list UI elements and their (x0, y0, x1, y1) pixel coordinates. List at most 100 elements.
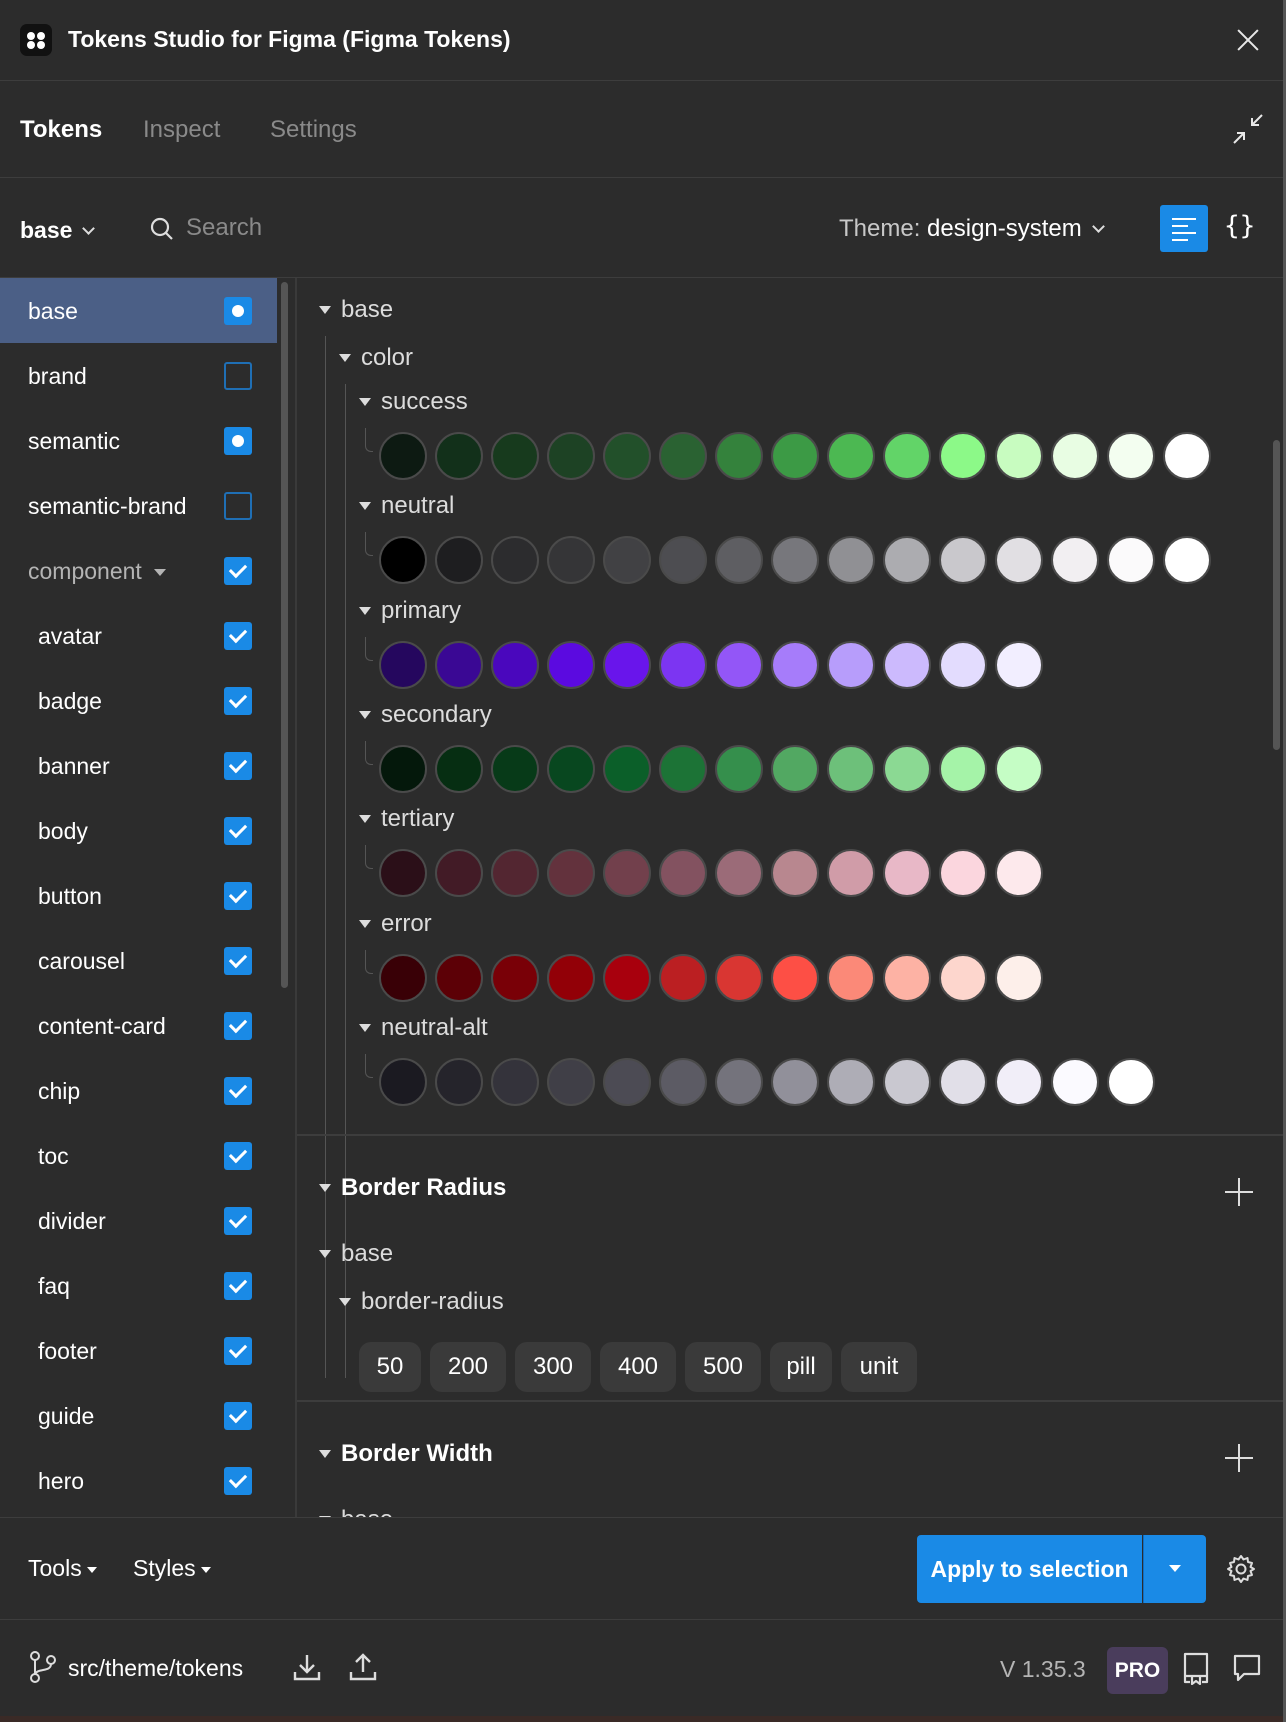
color-swatch[interactable] (995, 1058, 1043, 1106)
color-swatch[interactable] (547, 745, 595, 793)
group-tertiary[interactable]: tertiary (359, 805, 454, 833)
token-set-checkbox[interactable] (224, 1142, 252, 1170)
color-swatch[interactable] (883, 536, 931, 584)
token-set-dropdown[interactable]: base (20, 217, 96, 244)
color-swatch[interactable] (603, 432, 651, 480)
token-set-checkbox[interactable] (224, 752, 252, 780)
border-radius-token[interactable]: 400 (600, 1342, 676, 1392)
repository-path[interactable]: src/theme/tokens (68, 1655, 243, 1682)
styles-menu-button[interactable]: Styles (133, 1555, 211, 1582)
color-swatch[interactable] (939, 641, 987, 689)
sidebar-item-hero[interactable]: hero (0, 1448, 277, 1513)
color-swatch[interactable] (435, 536, 483, 584)
token-set-checkbox[interactable] (224, 362, 252, 390)
token-set-checkbox[interactable] (224, 947, 252, 975)
token-set-checkbox[interactable] (224, 1402, 252, 1430)
sidebar-scrollbar[interactable] (281, 282, 288, 988)
color-swatch[interactable] (435, 849, 483, 897)
sidebar-item-brand[interactable]: brand (0, 343, 277, 408)
upload-icon[interactable] (348, 1652, 378, 1682)
sidebar-item-faq[interactable]: faq (0, 1253, 277, 1318)
token-set-checkbox[interactable] (224, 1207, 252, 1235)
color-swatch[interactable] (995, 536, 1043, 584)
group-neutral[interactable]: neutral (359, 492, 454, 520)
group-color[interactable]: color (339, 344, 413, 372)
tab-inspect[interactable]: Inspect (143, 116, 220, 144)
border-radius-token[interactable]: 500 (685, 1342, 761, 1392)
sidebar-item-guide[interactable]: guide (0, 1383, 277, 1448)
color-swatch[interactable] (379, 641, 427, 689)
download-icon[interactable] (292, 1652, 322, 1682)
color-swatch[interactable] (491, 745, 539, 793)
group-base[interactable]: base (319, 1506, 393, 1517)
color-swatch[interactable] (603, 536, 651, 584)
color-swatch[interactable] (715, 849, 763, 897)
token-set-checkbox[interactable] (224, 622, 252, 650)
color-swatch[interactable] (603, 745, 651, 793)
color-swatch[interactable] (771, 536, 819, 584)
group-primary[interactable]: primary (359, 597, 461, 625)
token-set-checkbox[interactable] (224, 687, 252, 715)
token-set-checkbox[interactable] (224, 492, 252, 520)
token-set-checkbox[interactable] (224, 1337, 252, 1365)
color-swatch[interactable] (883, 849, 931, 897)
minimize-icon[interactable] (1232, 113, 1264, 145)
color-swatch[interactable] (883, 641, 931, 689)
color-swatch[interactable] (547, 536, 595, 584)
sidebar-item-avatar[interactable]: avatar (0, 603, 277, 668)
group-secondary[interactable]: secondary (359, 701, 492, 729)
color-swatch[interactable] (827, 849, 875, 897)
list-view-button[interactable] (1160, 205, 1208, 252)
section-border-radius[interactable]: Border Radius (319, 1174, 506, 1202)
sidebar-item-content-card[interactable]: content-card (0, 993, 277, 1058)
color-swatch[interactable] (379, 1058, 427, 1106)
color-swatch[interactable] (715, 536, 763, 584)
token-set-checkbox[interactable] (224, 882, 252, 910)
color-swatch[interactable] (379, 849, 427, 897)
color-swatch[interactable] (659, 849, 707, 897)
color-swatch[interactable] (771, 1058, 819, 1106)
color-swatch[interactable] (491, 1058, 539, 1106)
color-swatch[interactable] (1163, 432, 1211, 480)
color-swatch[interactable] (1163, 536, 1211, 584)
color-swatch[interactable] (883, 432, 931, 480)
theme-dropdown[interactable]: Theme: design-system (839, 215, 1105, 243)
color-swatch[interactable] (491, 432, 539, 480)
color-swatch[interactable] (995, 745, 1043, 793)
color-swatch[interactable] (603, 954, 651, 1002)
sidebar-item-banner[interactable]: banner (0, 733, 277, 798)
color-swatch[interactable] (995, 432, 1043, 480)
sidebar-item-semantic[interactable]: semantic (0, 408, 277, 473)
color-swatch[interactable] (547, 432, 595, 480)
border-radius-token[interactable]: pill (770, 1342, 832, 1392)
color-swatch[interactable] (827, 954, 875, 1002)
chat-icon[interactable] (1232, 1653, 1262, 1683)
token-set-checkbox[interactable] (224, 817, 252, 845)
color-swatch[interactable] (603, 849, 651, 897)
color-swatch[interactable] (771, 641, 819, 689)
add-border-radius-icon[interactable] (1225, 1178, 1253, 1206)
color-swatch[interactable] (939, 849, 987, 897)
color-swatch[interactable] (883, 1058, 931, 1106)
tab-tokens[interactable]: Tokens (20, 116, 102, 144)
color-swatch[interactable] (491, 641, 539, 689)
color-swatch[interactable] (547, 641, 595, 689)
caret-down-icon[interactable] (153, 569, 166, 576)
color-swatch[interactable] (547, 849, 595, 897)
tools-menu-button[interactable]: Tools (28, 1555, 97, 1582)
color-swatch[interactable] (771, 954, 819, 1002)
color-swatch[interactable] (883, 954, 931, 1002)
color-swatch[interactable] (939, 954, 987, 1002)
group-error[interactable]: error (359, 910, 432, 938)
color-swatch[interactable] (379, 954, 427, 1002)
color-swatch[interactable] (827, 745, 875, 793)
color-swatch[interactable] (491, 849, 539, 897)
color-swatch[interactable] (715, 745, 763, 793)
sidebar-item-badge[interactable]: badge (0, 668, 277, 733)
color-swatch[interactable] (547, 1058, 595, 1106)
color-swatch[interactable] (715, 432, 763, 480)
apply-to-selection-button[interactable]: Apply to selection (917, 1535, 1142, 1603)
sidebar-item-carousel[interactable]: carousel (0, 928, 277, 993)
color-swatch[interactable] (435, 1058, 483, 1106)
sidebar-item-component[interactable]: component (0, 538, 277, 603)
